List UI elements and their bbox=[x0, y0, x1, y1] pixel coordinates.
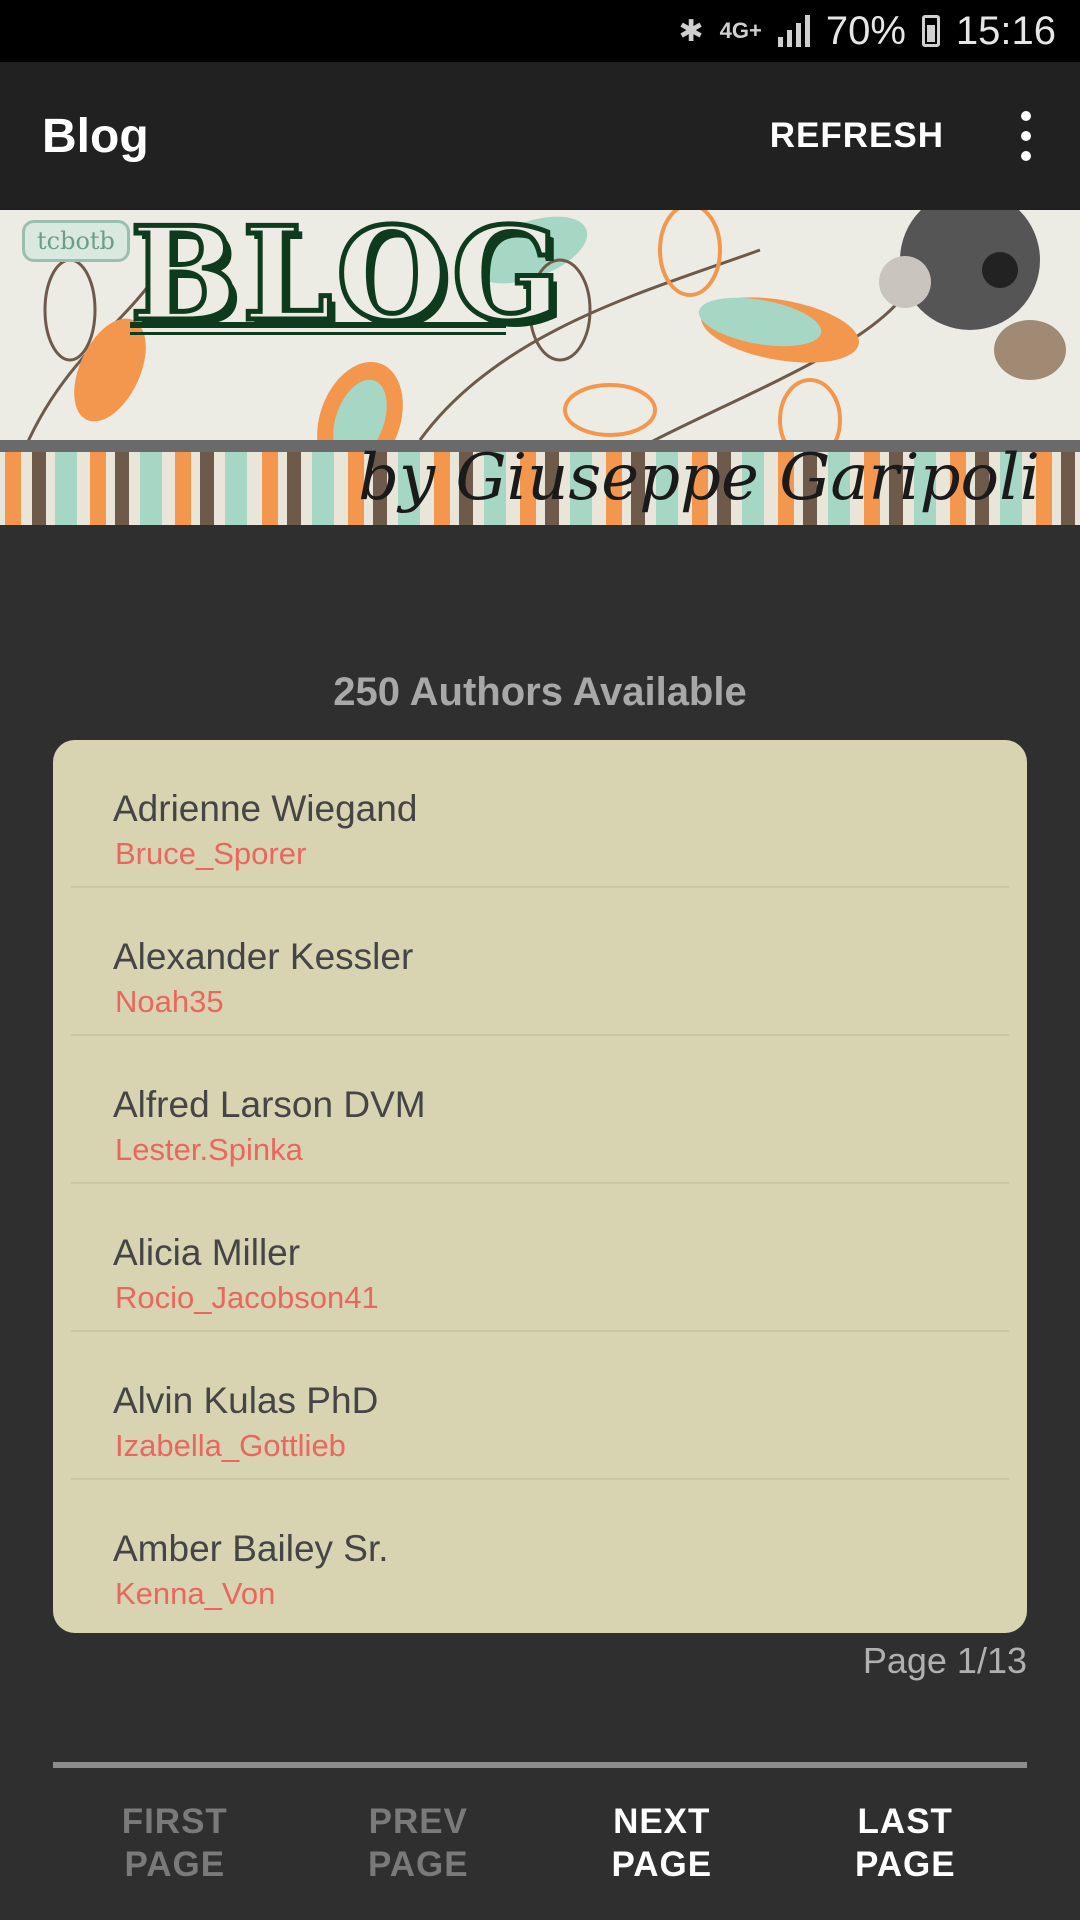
blog-banner: tcbotb BLOG by Giuseppe Garipoli bbox=[0, 210, 1080, 525]
author-name: Alexander Kessler bbox=[113, 936, 414, 977]
authors-list[interactable]: Adrienne Wiegand Bruce_Sporer Alexander … bbox=[53, 740, 1027, 1633]
divider bbox=[53, 1762, 1027, 1768]
list-item[interactable]: Alexander Kessler Noah35 bbox=[71, 888, 1009, 1036]
app-bar: Blog REFRESH bbox=[0, 62, 1080, 210]
author-username: Noah35 bbox=[115, 984, 224, 1019]
next-page-button[interactable]: NEXT PAGE bbox=[540, 1800, 784, 1900]
battery-percent: 70% bbox=[825, 8, 906, 53]
first-page-button[interactable]: FIRST PAGE bbox=[53, 1800, 297, 1900]
author-username: Rocio_Jacobson41 bbox=[115, 1280, 379, 1315]
author-name: Alicia Miller bbox=[113, 1232, 301, 1273]
author-username: Izabella_Gottlieb bbox=[115, 1428, 346, 1463]
signal-icon bbox=[777, 15, 810, 47]
clock-time: 15:16 bbox=[955, 8, 1056, 53]
network-type: 4G+ bbox=[719, 18, 762, 43]
status-bar: ✱ 4G+ 70% 15:16 bbox=[0, 0, 1080, 62]
bluetooth-icon: ✱ bbox=[678, 14, 704, 48]
list-item[interactable]: Alfred Larson DVM Lester.Spinka bbox=[71, 1036, 1009, 1184]
list-item[interactable]: Alvin Kulas PhD Izabella_Gottlieb bbox=[71, 1332, 1009, 1480]
pagination-bar: FIRST PAGE PREV PAGE NEXT PAGE LAST PAGE bbox=[53, 1800, 1027, 1900]
author-name: Alfred Larson DVM bbox=[113, 1084, 426, 1125]
banner-byline: by Giuseppe Garipoli bbox=[358, 441, 1040, 515]
authors-count: 250 Authors Available bbox=[333, 670, 747, 714]
author-username: Bruce_Sporer bbox=[115, 836, 307, 871]
banner-tag: tcbotb bbox=[22, 220, 130, 262]
app-title: Blog bbox=[42, 109, 149, 163]
author-username: Lester.Spinka bbox=[115, 1132, 303, 1167]
list-item[interactable]: Adrienne Wiegand Bruce_Sporer bbox=[71, 740, 1009, 888]
refresh-button[interactable]: REFRESH bbox=[770, 116, 944, 156]
more-vert-icon[interactable] bbox=[1014, 111, 1038, 161]
author-name: Adrienne Wiegand bbox=[113, 788, 418, 829]
battery-charging-icon bbox=[921, 15, 940, 47]
list-item[interactable]: Amber Bailey Sr. Kenna_Von bbox=[71, 1480, 1009, 1628]
author-name: Amber Bailey Sr. bbox=[113, 1528, 389, 1569]
page-indicator: Page 1/13 bbox=[862, 1640, 1027, 1681]
author-username: Kenna_Von bbox=[115, 1576, 276, 1611]
author-name: Alvin Kulas PhD bbox=[113, 1380, 379, 1421]
prev-page-button[interactable]: PREV PAGE bbox=[297, 1800, 541, 1900]
list-item[interactable]: Alicia Miller Rocio_Jacobson41 bbox=[71, 1184, 1009, 1332]
banner-title: BLOG bbox=[128, 210, 565, 353]
last-page-button[interactable]: LAST PAGE bbox=[784, 1800, 1028, 1900]
